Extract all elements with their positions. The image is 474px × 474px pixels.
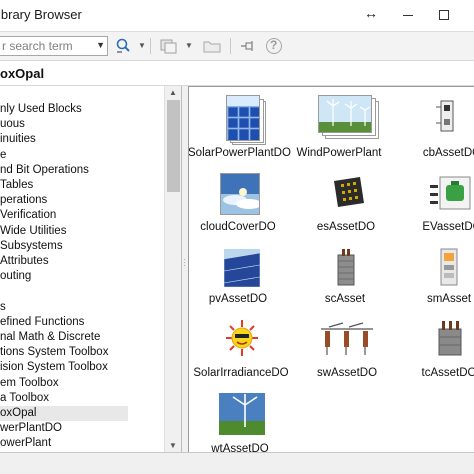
- switchgear-icon: [319, 321, 375, 357]
- block-grid: SolarPowerPlantDO WindPowerPlant cbAsset…: [188, 86, 474, 452]
- resize-arrow-icon[interactable]: ↔: [364, 5, 378, 21]
- capacitor-icon: [333, 247, 359, 287]
- block-solarirradiancedo[interactable]: SolarIrradianceDO: [191, 317, 291, 385]
- tree-item[interactable]: uous: [0, 117, 164, 132]
- tree-item[interactable]: outing: [0, 269, 164, 284]
- tree-item[interactable]: a Toolbox: [0, 391, 164, 406]
- tree-item[interactable]: [0, 284, 164, 299]
- block-label: EVassetDO: [422, 221, 474, 233]
- status-bar: [0, 452, 474, 474]
- block-label: esAssetDO: [316, 221, 376, 233]
- help-icon[interactable]: ?: [264, 37, 284, 55]
- wind-turbine-icon: [219, 393, 265, 435]
- tree-item[interactable]: efined Functions: [0, 315, 164, 330]
- search-options-dropdown-icon[interactable]: ▼: [138, 41, 146, 50]
- tree-item[interactable]: nd Bit Operations: [0, 163, 164, 178]
- tree-item[interactable]: nly Used Blocks: [0, 102, 164, 117]
- block-cloudcoverdo[interactable]: cloudCoverDO: [189, 171, 288, 239]
- block-cbassetdo[interactable]: cbAssetDO: [402, 87, 474, 165]
- block-label: WindPowerPlant: [296, 147, 382, 159]
- library-tree: nly Used Blocks uous inuities e nd Bit Opera…: [0, 86, 182, 452]
- tree-item[interactable]: ision System Toolbox: [0, 360, 164, 375]
- block-solarpowerplantdo[interactable]: SolarPowerPlantDO: [188, 87, 291, 165]
- tree-item[interactable]: Attributes: [0, 254, 164, 269]
- block-pvassetdo[interactable]: pvAssetDO: [189, 247, 288, 311]
- search-dropdown-icon[interactable]: ▼: [96, 40, 105, 50]
- tree-scrollbar[interactable]: ▲ ▼: [164, 86, 181, 452]
- search-box[interactable]: ▼: [0, 36, 108, 56]
- tree-item[interactable]: Tables: [0, 178, 164, 193]
- tree-item[interactable]: tions System Toolbox: [0, 345, 164, 360]
- scrollbar-thumb[interactable]: [167, 100, 180, 192]
- maximize-icon: [439, 10, 449, 20]
- transformer-icon: [435, 319, 465, 357]
- tree-item[interactable]: perations: [0, 193, 164, 208]
- block-label: wtAssetDO: [211, 443, 269, 452]
- tree-item[interactable]: inuities: [0, 132, 164, 147]
- block-swassetdo[interactable]: swAssetDO: [297, 317, 397, 385]
- block-scasset[interactable]: scAsset: [295, 247, 395, 311]
- scroll-down-icon[interactable]: ▼: [169, 441, 177, 450]
- search-options-icon[interactable]: [114, 37, 132, 55]
- tree-item[interactable]: owerPlant: [0, 436, 164, 451]
- block-wtassetdo[interactable]: wtAssetDO: [190, 391, 290, 452]
- library-title: oxOpal: [0, 66, 45, 81]
- minimize-icon: [403, 14, 413, 16]
- search-input[interactable]: [0, 39, 91, 53]
- toolbar: ▼ ▼ ▼ ?: [0, 32, 474, 60]
- tree-item[interactable]: nal Math & Discrete: [0, 330, 164, 345]
- block-evassetdo[interactable]: EVassetDO: [402, 171, 474, 239]
- block-label: tcAssetDO: [421, 367, 474, 379]
- block-smasset[interactable]: smAsset: [399, 247, 474, 311]
- block-label: SolarIrradianceDO: [193, 367, 289, 379]
- block-esassetdo[interactable]: esAssetDO: [296, 171, 396, 239]
- scroll-up-icon[interactable]: ▲: [169, 88, 177, 97]
- minimize-button[interactable]: [396, 4, 420, 26]
- ev-charger-icon: [428, 175, 474, 211]
- find-block-icon[interactable]: [158, 37, 180, 55]
- tree-item[interactable]: s: [0, 300, 164, 315]
- block-label: cbAssetDO: [422, 147, 474, 159]
- sun-icon: [225, 319, 259, 357]
- cloud-sky-icon: [220, 173, 260, 215]
- window-title: ibrary Browser: [0, 7, 82, 22]
- tree-item[interactable]: em Toolbox: [0, 376, 164, 391]
- pv-array-icon: [224, 249, 260, 287]
- block-label: cloudCoverDO: [200, 221, 276, 233]
- toolbar-separator: [150, 38, 151, 54]
- tree-item[interactable]: werPlantDO: [0, 421, 164, 436]
- block-label: smAsset: [426, 293, 472, 305]
- tree-item[interactable]: Verification: [0, 208, 164, 223]
- tree-item[interactable]: Subsystems: [0, 239, 164, 254]
- splitter-grip-icon: · · ·: [183, 255, 186, 270]
- block-label: swAssetDO: [316, 367, 378, 379]
- find-block-dropdown-icon[interactable]: ▼: [185, 41, 193, 50]
- help-glyph: ?: [270, 38, 278, 52]
- wind-farm-icon: [318, 95, 372, 133]
- toolbar-separator: [230, 38, 231, 54]
- tree-item[interactable]: e: [0, 148, 164, 163]
- maximize-button[interactable]: [432, 4, 456, 26]
- block-tcassetdo[interactable]: tcAssetDO: [399, 317, 474, 385]
- block-label: pvAssetDO: [208, 293, 268, 305]
- circuit-breaker-icon: [432, 99, 462, 133]
- pin-icon[interactable]: [238, 37, 256, 55]
- block-label: SolarPowerPlantDO: [188, 147, 291, 159]
- open-folder-icon[interactable]: [202, 37, 222, 55]
- title-bar: ibrary Browser ↔: [0, 0, 474, 32]
- battery-storage-icon: [330, 175, 366, 209]
- tree-item[interactable]: Wide Utilities: [0, 224, 164, 239]
- library-header: oxOpal: [0, 60, 474, 86]
- tree-item[interactable]: oxOpal: [0, 406, 128, 421]
- solar-panels-icon: [226, 95, 260, 141]
- block-label: scAsset: [324, 293, 366, 305]
- smart-meter-icon: [437, 247, 461, 287]
- block-windpowerplant[interactable]: WindPowerPlant: [289, 87, 389, 165]
